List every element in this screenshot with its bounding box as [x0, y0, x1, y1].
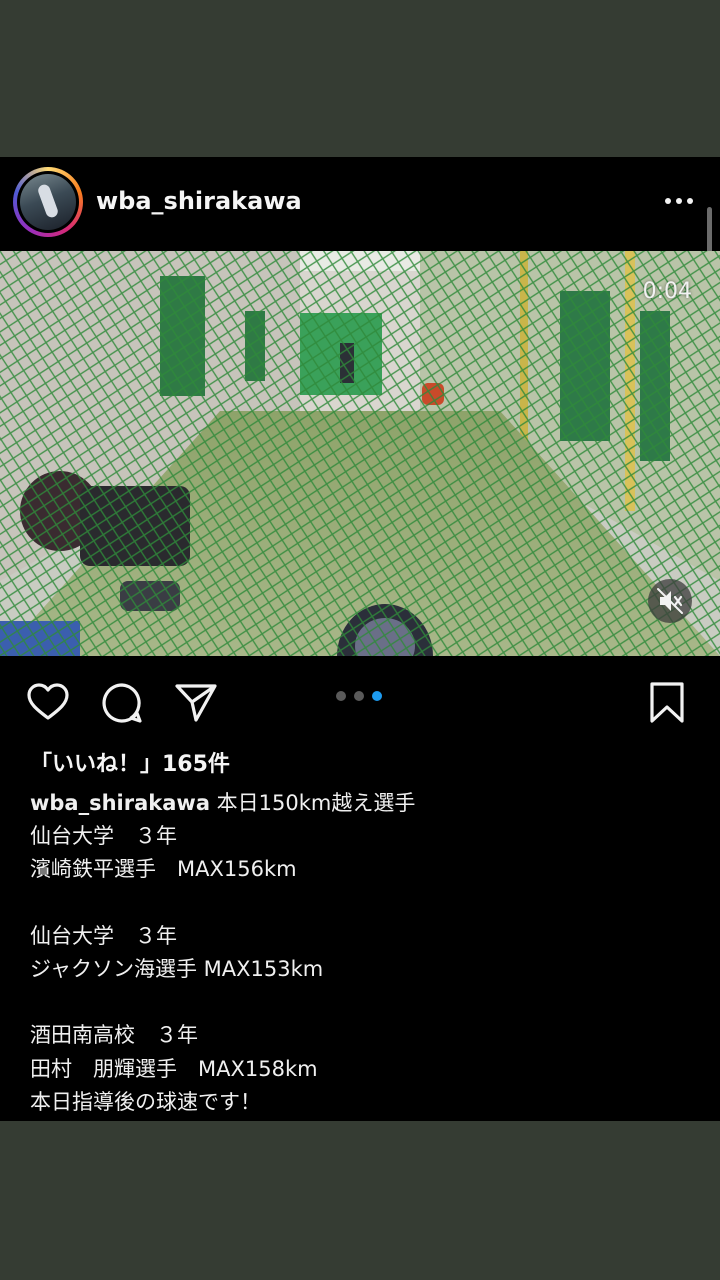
video-frame: [0, 251, 720, 656]
video-timer: 0:04: [642, 279, 692, 304]
caption-line: [30, 986, 690, 1019]
post-video[interactable]: 0:04: [0, 251, 720, 656]
carousel-dot-active: [372, 691, 382, 701]
carousel-dot: [336, 691, 346, 701]
caption-line: 濱崎鉄平選手 MAX156km: [30, 857, 297, 882]
caption-line: 酒田南高校 ３年: [30, 1023, 198, 1048]
bookmark-icon[interactable]: [645, 681, 689, 725]
avatar-photo: [20, 174, 76, 230]
avatar[interactable]: [13, 167, 83, 237]
caption-text: 本日150km越え選手: [210, 791, 416, 815]
avatar-figure: [36, 182, 60, 220]
more-options-icon[interactable]: [662, 193, 696, 209]
caption-line: wba_shirakawa 本日150km越え選手: [30, 787, 690, 820]
comment-icon[interactable]: [100, 681, 144, 725]
instagram-post: wba_shirakawa 0:04 「いいね！」165件 wba_shirak…: [0, 157, 720, 1121]
caption-line: ジャクソン海選手 MAX153km: [30, 956, 324, 981]
caption-line: 田村 朋輝選手 MAX158km: [30, 1056, 318, 1081]
post-caption: wba_shirakawa 本日150km越え選手 仙台大学 ３年 濱崎鉄平選手…: [30, 787, 690, 1119]
likes-count[interactable]: 「いいね！」165件: [30, 746, 230, 778]
caption-line: 仙台大学 ３年: [30, 824, 177, 849]
avatar-image: [17, 171, 79, 233]
post-actions-bar: [0, 656, 720, 746]
carousel-dot: [354, 691, 364, 701]
heart-icon[interactable]: [26, 681, 70, 725]
caption-username[interactable]: wba_shirakawa: [30, 791, 210, 815]
carousel-indicator: [336, 691, 386, 703]
caption-line: 本日指導後の球速です！: [30, 1089, 261, 1114]
mute-button[interactable]: [648, 579, 692, 623]
post-username[interactable]: wba_shirakawa: [96, 187, 302, 215]
caption-line: [30, 887, 690, 920]
muted-speaker-icon: [657, 588, 683, 614]
post-header: wba_shirakawa: [0, 157, 720, 277]
share-icon[interactable]: [174, 681, 218, 725]
caption-line: 仙台大学 ３年: [30, 923, 177, 948]
